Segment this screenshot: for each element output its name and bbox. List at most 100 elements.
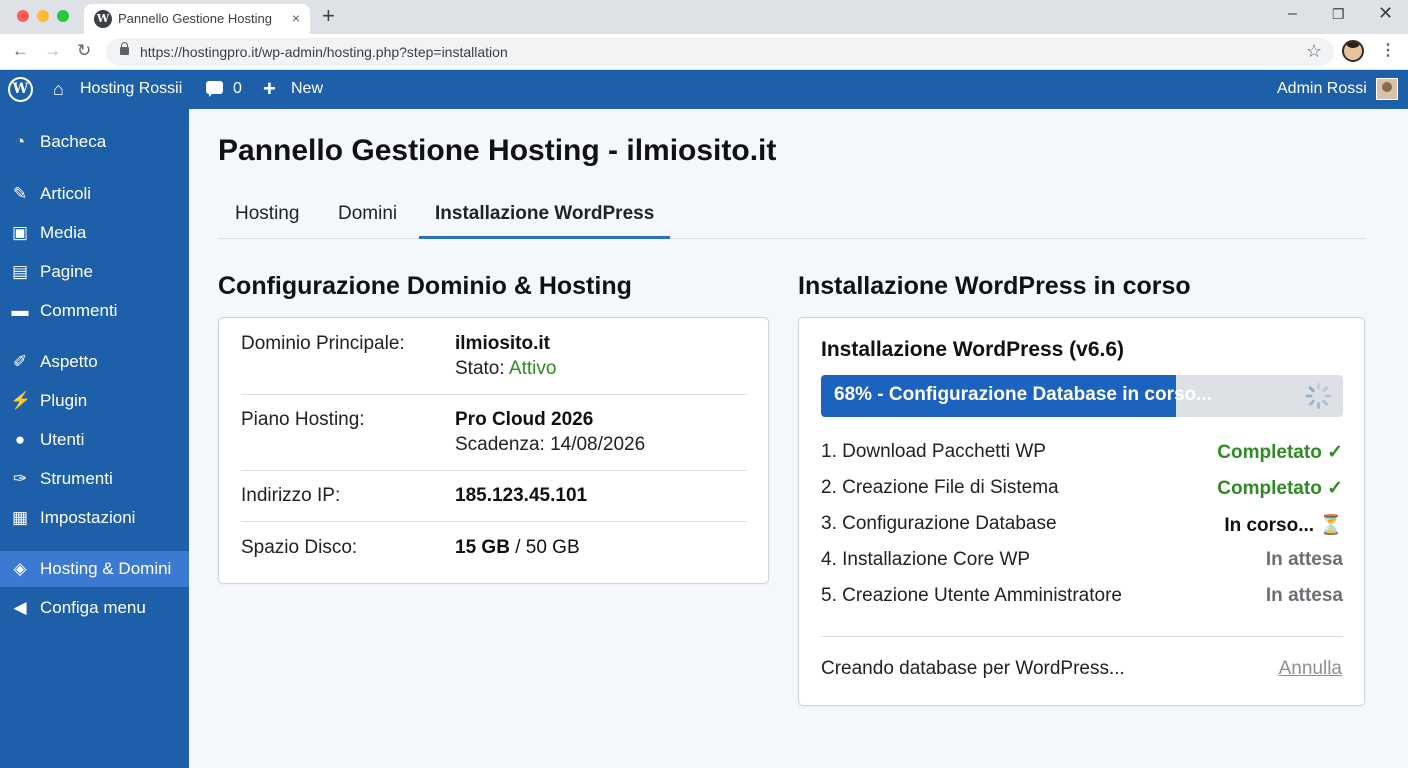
sidebar-item-collapse-menu[interactable]: ◀ Configa menu — [0, 590, 189, 626]
layers-icon: ◈ — [13, 559, 27, 578]
maximize-window-button[interactable] — [57, 10, 69, 22]
sidebar-item-label: Utenti — [40, 430, 85, 449]
sidebar-item-plugin[interactable]: ⚡ Plugin — [0, 383, 189, 419]
site-name-link[interactable]: Hosting Rossii — [80, 80, 182, 98]
installation-card: Installazione WordPress (v6.6) 68% - Con… — [798, 317, 1365, 706]
restore-icon[interactable]: ❐ — [1332, 6, 1345, 23]
comment-bubble-icon[interactable] — [206, 81, 223, 97]
step-label: 3. Configurazione Database — [821, 513, 1057, 534]
disk-total: / 50 GB — [509, 537, 580, 558]
row-label: Piano Hosting: — [241, 409, 365, 430]
nav-tabs: Hosting Domini Installazione WordPress — [218, 199, 1366, 239]
install-status-message: Creando database per WordPress... — [821, 658, 1125, 679]
reload-icon[interactable]: ↻ — [77, 41, 91, 61]
sidebar-item-commenti[interactable]: ▬ Commenti — [0, 293, 189, 329]
wrench-icon: ✑ — [12, 469, 28, 488]
user-account-link[interactable]: Admin Rossi — [1277, 80, 1367, 98]
install-step: 4. Installazione Core WP In attesa — [821, 549, 1343, 575]
spinner-tick — [1321, 399, 1329, 407]
comments-count[interactable]: 0 — [233, 80, 242, 98]
info-row-disk: Spazio Disco: 15 GB / 50 GB — [241, 522, 747, 582]
browser-toolbar: ← → ↻ https://hostingpro.it/wp-admin/hos… — [0, 34, 1408, 70]
new-content-link[interactable]: New — [291, 80, 323, 98]
sidebar-item-label: Commenti — [40, 301, 118, 320]
back-arrow-icon[interactable]: ← — [12, 41, 29, 61]
sidebar-item-pagine[interactable]: ▤ Pagine — [0, 254, 189, 290]
progress-bar: 68% - Configurazione Database in corso..… — [821, 375, 1343, 417]
tab-close-icon[interactable]: × — [292, 10, 300, 26]
profile-avatar[interactable] — [1342, 40, 1364, 62]
tab-domini[interactable]: Domini — [338, 203, 397, 225]
sidebar-item-bacheca[interactable]: ◔ Bacheca — [0, 124, 189, 160]
spinner-icon — [1305, 383, 1332, 409]
step-label: 2. Creazione File di Sistema — [821, 477, 1059, 498]
main-content: Pannello Gestione Hosting - ilmiosito.it… — [189, 109, 1408, 768]
tab-hosting[interactable]: Hosting — [235, 203, 299, 225]
sidebar-item-utenti[interactable]: ● Utenti — [0, 422, 189, 458]
close-icon[interactable]: ✕ — [1378, 3, 1393, 24]
spinner-tick — [1317, 383, 1320, 390]
spinner-tick — [1308, 399, 1316, 407]
progress-text: 68% - Configurazione Database in corso..… — [834, 384, 1212, 405]
step-label: 4. Installazione Core WP — [821, 549, 1031, 570]
sidebar-item-impostazioni[interactable]: ▦ Impostazioni — [0, 500, 189, 536]
info-row-ip: Indirizzo IP: 185.123.45.101 — [241, 471, 747, 522]
sidebar-item-label: Pagine — [40, 262, 93, 281]
sidebar-item-articoli[interactable]: ✎ Articoli — [0, 176, 189, 212]
sidebar-item-hosting-domini[interactable]: ◈ Hosting & Domini — [0, 551, 197, 587]
comments-icon: ▬ — [11, 301, 29, 320]
plan-expiry: Scadenza: 14/08/2026 — [455, 434, 646, 455]
user-avatar[interactable] — [1376, 78, 1398, 100]
sidebar-item-label: Articoli — [40, 184, 92, 203]
settings-icon: ▦ — [11, 508, 29, 527]
close-window-button[interactable] — [17, 10, 29, 22]
info-row-plan: Piano Hosting: Pro Cloud 2026 Scadenza: … — [241, 395, 747, 471]
pages-icon: ▤ — [11, 262, 29, 281]
browser-tab[interactable]: W Pannello Gestione Hosting - il × — [84, 4, 310, 34]
install-step: 2. Creazione File di Sistema Completato … — [821, 477, 1343, 503]
step-status: Completato ✓ — [1217, 442, 1343, 463]
sidebar-item-aspetto[interactable]: ✐ Aspetto — [0, 344, 189, 380]
sidebar-item-strumenti[interactable]: ✑ Strumenti — [0, 461, 189, 497]
minimize-icon[interactable]: – — [1288, 5, 1297, 23]
domain-value: ilmiosito.it — [455, 333, 550, 354]
install-step: 3. Configurazione Database In corso... ⏳ — [821, 513, 1343, 539]
cancel-button[interactable]: Annulla — [1279, 658, 1342, 680]
tab-installazione-wordpress[interactable]: Installazione WordPress — [435, 203, 654, 225]
wp-admin-bar: W ⌂ Hosting Rossii 0 + New Admin Rossi — [0, 70, 1408, 109]
info-row-domain: Dominio Principale: ilmiosito.it Stato: … — [241, 318, 747, 395]
address-bar[interactable]: https://hostingpro.it/wp-admin/hosting.p… — [106, 38, 1334, 66]
step-status: In attesa — [1265, 549, 1343, 570]
step-label: 5. Creazione Utente Amministratore — [821, 585, 1122, 606]
browser-menu-icon[interactable]: ⋮ — [1380, 40, 1396, 60]
page-title: Pannello Gestione Hosting - ilmiosito.it — [218, 134, 777, 167]
sidebar-item-label: Impostazioni — [40, 508, 136, 527]
sidebar-item-label: Configa menu — [40, 598, 146, 617]
wordpress-logo-icon[interactable]: W — [8, 77, 33, 102]
home-icon[interactable]: ⌂ — [53, 79, 64, 100]
forward-arrow-icon[interactable]: → — [44, 41, 61, 61]
status-badge: Attivo — [508, 358, 557, 379]
sidebar-item-label: Plugin — [40, 391, 88, 410]
sidebar-item-label: Media — [40, 223, 87, 242]
pin-icon: ✎ — [12, 184, 28, 203]
spinner-tick — [1317, 402, 1320, 409]
disk-used: 15 GB — [455, 537, 510, 558]
step-status: In attesa — [1265, 585, 1343, 606]
spinner-tick — [1308, 385, 1316, 393]
active-tab-indicator — [419, 236, 670, 239]
bookmark-star-icon[interactable]: ☆ — [1306, 41, 1322, 62]
step-status: Completato ✓ — [1217, 478, 1343, 499]
user-icon: ● — [14, 430, 26, 449]
sidebar-item-label: Aspetto — [40, 352, 98, 371]
row-label: Spazio Disco: — [241, 537, 358, 558]
install-step: 5. Creazione Utente Amministratore In at… — [821, 585, 1343, 611]
sidebar-item-media[interactable]: ▣ Media — [0, 215, 189, 251]
spinner-tick — [1305, 394, 1313, 398]
plus-icon[interactable]: + — [263, 76, 276, 102]
url-text[interactable]: https://hostingpro.it/wp-admin/hosting.p… — [140, 44, 508, 60]
disk-value: 15 GB / 50 GB — [455, 537, 580, 559]
minimize-window-button[interactable] — [37, 10, 49, 22]
domain-status: Stato: Attivo — [455, 358, 556, 380]
new-tab-button[interactable]: + — [322, 3, 335, 29]
